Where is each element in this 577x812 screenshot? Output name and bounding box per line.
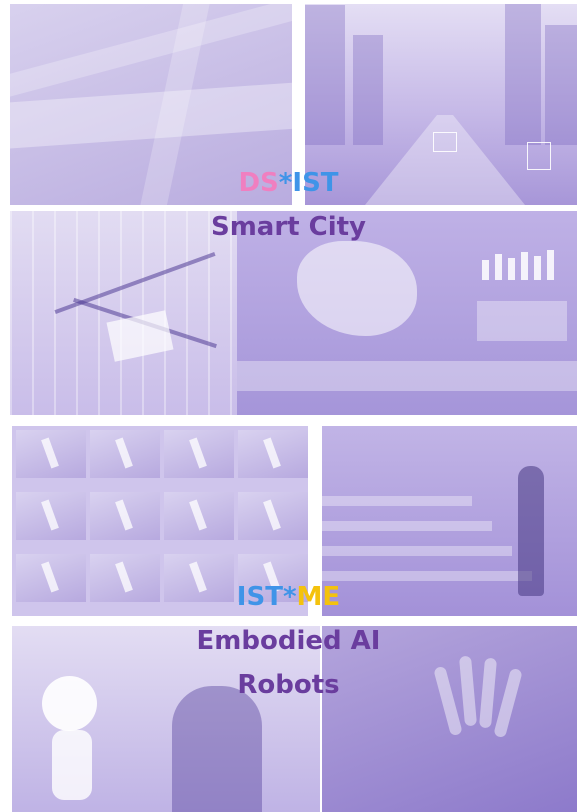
smart-city-tag: DS*IST <box>0 168 577 198</box>
tag-part-ds: DS <box>238 168 279 198</box>
tag-part-me: ME <box>296 582 341 612</box>
tag-part-ist: IST <box>236 582 283 612</box>
tag-separator: * <box>282 582 297 612</box>
tag-part-ist: IST <box>292 168 339 198</box>
robots-title: Robots <box>237 670 340 700</box>
embodied-ai-title: Embodied AI <box>196 626 381 656</box>
smart-city-title: Smart City <box>210 212 367 242</box>
tag-separator: * <box>278 168 293 198</box>
embodied-ai-tag: IST*ME <box>0 582 577 612</box>
